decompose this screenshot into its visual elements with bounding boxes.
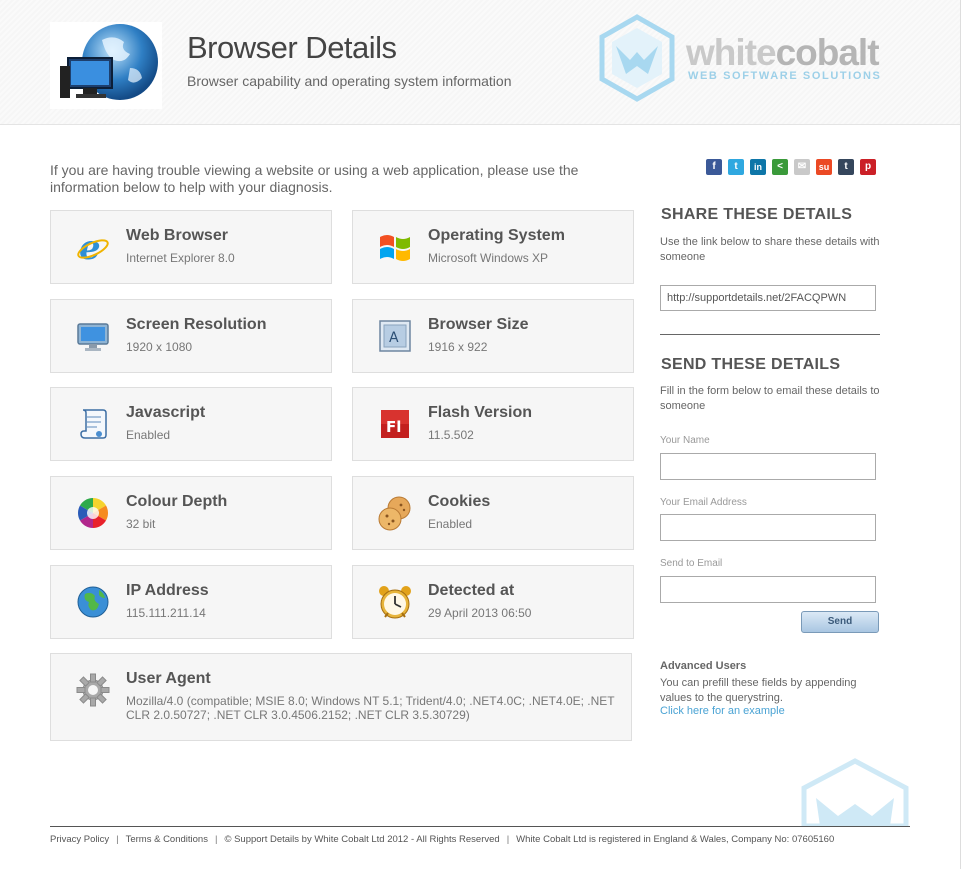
footer-separator: | [116, 834, 119, 845]
twitter-icon[interactable]: t [728, 159, 744, 175]
pinterest-icon[interactable]: p [860, 159, 876, 175]
privacy-policy-link[interactable]: Privacy Policy [50, 834, 109, 845]
card-browser-size: A Browser Size 1916 x 922 [352, 299, 634, 373]
brand-tagline: WEB SOFTWARE SOLUTIONS [688, 70, 882, 82]
computer-globe-logo [50, 22, 162, 109]
window-edge [960, 0, 973, 869]
card-javascript: Javascript Enabled [50, 387, 332, 461]
svg-text:e: e [79, 229, 101, 265]
tumblr-icon[interactable]: t [838, 159, 854, 175]
card-title: IP Address [126, 582, 209, 599]
card-detected-at: Detected at 29 April 2013 06:50 [352, 565, 634, 639]
script-icon [75, 406, 111, 442]
card-title: Web Browser [126, 227, 228, 244]
card-screen-resolution: Screen Resolution 1920 x 1080 [50, 299, 332, 373]
footer-logo-icon [800, 758, 910, 831]
send-to-email-label: Send to Email [660, 558, 723, 569]
terms-link[interactable]: Terms & Conditions [126, 834, 208, 845]
card-value: 29 April 2013 06:50 [428, 606, 532, 620]
card-colour-depth: Colour Depth 32 bit [50, 476, 332, 550]
your-email-label: Your Email Address [660, 497, 747, 508]
brand-name-part1: white [686, 32, 777, 73]
card-value: Mozilla/4.0 (compatible; MSIE 8.0; Windo… [126, 694, 615, 722]
share-icon[interactable]: < [772, 159, 788, 175]
card-title: Colour Depth [126, 493, 228, 510]
card-ip-address: IP Address 115.111.211.14 [50, 565, 332, 639]
card-title: User Agent [126, 670, 211, 687]
card-title: Operating System [428, 227, 565, 244]
svg-text:A: A [389, 330, 399, 346]
example-link[interactable]: Click here for an example [660, 705, 785, 717]
card-value: Enabled [428, 517, 473, 531]
card-value: 1920 x 1080 [126, 340, 193, 354]
share-text: Use the link below to share these detail… [660, 236, 880, 263]
card-operating-system: Operating System Microsoft Windows XP [352, 210, 634, 284]
share-icons-bar: f t in < ✉ su t p [706, 159, 876, 175]
email-icon[interactable]: ✉ [794, 159, 810, 175]
card-value: Enabled [126, 428, 171, 442]
section-divider [660, 334, 880, 335]
brand-name-part2: cobalt [775, 32, 880, 73]
share-link-input[interactable] [660, 285, 876, 311]
card-title: Browser Size [428, 316, 529, 333]
intro-text: If you are having trouble viewing a webs… [50, 162, 579, 195]
page-title: Browser Details [187, 30, 397, 65]
card-value: 32 bit [126, 517, 156, 531]
send-heading: SEND THESE DETAILS [661, 356, 841, 373]
card-value: 115.111.211.14 [126, 606, 206, 620]
card-title: Cookies [428, 493, 491, 510]
copyright-text: © Support Details by White Cobalt Ltd 20… [224, 834, 500, 845]
facebook-icon[interactable]: f [706, 159, 722, 175]
card-title: Detected at [428, 582, 515, 599]
alarm-clock-icon [377, 584, 413, 620]
card-value: Internet Explorer 8.0 [126, 251, 235, 265]
card-cookies: Cookies Enabled [352, 476, 634, 550]
globe-icon [75, 584, 111, 620]
your-name-input[interactable] [660, 453, 876, 480]
advanced-users-title: Advanced Users [660, 660, 747, 672]
share-heading: SHARE THESE DETAILS [661, 206, 853, 223]
footer-separator: | [214, 834, 218, 845]
card-user-agent: User Agent Mozilla/4.0 (compatible; MSIE… [50, 653, 632, 741]
card-title: Screen Resolution [126, 316, 267, 333]
monitor-icon [75, 318, 111, 354]
ie-icon: e [75, 228, 111, 268]
page-subtitle: Browser capability and operating system … [187, 73, 512, 89]
card-value: 11.5.502 [428, 428, 474, 442]
cookie-icon [377, 495, 413, 531]
footer-separator: | [506, 834, 510, 845]
linkedin-icon[interactable]: in [750, 159, 766, 175]
card-title: Flash Version [428, 404, 533, 421]
flash-icon: Fl [377, 406, 413, 442]
stumbleupon-icon[interactable]: su [816, 159, 832, 175]
card-title: Javascript [126, 404, 206, 421]
send-text: Fill in the form below to email these de… [660, 385, 880, 412]
card-web-browser: e Web Browser Internet Explorer 8.0 [50, 210, 332, 284]
send-button[interactable]: Send [801, 611, 879, 633]
card-value: 1916 x 922 [428, 340, 488, 354]
windows-icon [377, 229, 413, 265]
color-wheel-icon [75, 495, 111, 531]
your-email-input[interactable] [660, 514, 876, 541]
brand-name: whitecobalt [686, 32, 880, 74]
company-info: White Cobalt Ltd is registered in Englan… [516, 834, 835, 845]
footer-divider [50, 826, 910, 827]
advanced-users-text: You can prefill these fields by appendin… [660, 677, 857, 704]
gear-icon [75, 672, 111, 708]
card-value: Microsoft Windows XP [428, 251, 549, 265]
window-size-icon: A [377, 318, 413, 354]
whitecobalt-logo-icon [598, 14, 676, 107]
your-name-label: Your Name [660, 435, 710, 446]
footer: Privacy Policy | Terms & Conditions | © Supp… [50, 834, 834, 845]
page-header: Browser Details Browser capability and o… [0, 0, 960, 125]
send-to-email-input[interactable] [660, 576, 876, 603]
svg-text:Fl: Fl [386, 418, 401, 436]
card-flash-version: Fl Flash Version 11.5.502 [352, 387, 634, 461]
